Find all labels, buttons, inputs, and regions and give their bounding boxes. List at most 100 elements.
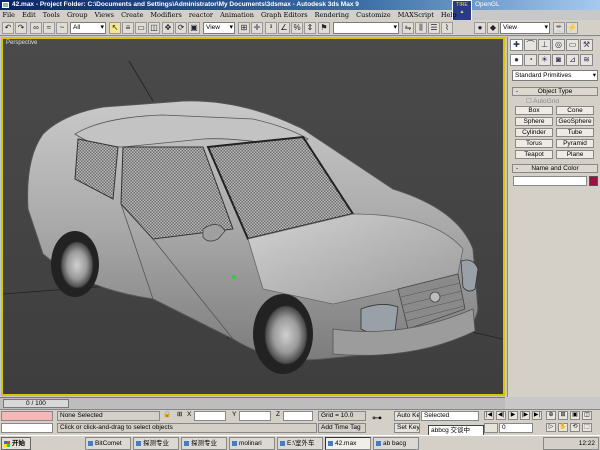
- primitive-category-dropdown[interactable]: Standard Primitives: [512, 70, 598, 81]
- absolute-mode-icon[interactable]: ⊞: [177, 410, 182, 420]
- reference-coordinate-dropdown[interactable]: View: [203, 22, 235, 34]
- taskbar-item-3dsmax[interactable]: 42.max: [325, 437, 371, 450]
- goto-start-icon[interactable]: |◀: [484, 411, 494, 420]
- add-time-tag-button[interactable]: Add Time Tag: [318, 423, 366, 433]
- current-frame-field[interactable]: 0: [499, 423, 533, 433]
- pyramid-button[interactable]: Pyramid: [556, 139, 594, 148]
- menu-graph-editors[interactable]: Graph Editors: [261, 11, 308, 19]
- menu-modifiers[interactable]: Modifiers: [150, 11, 181, 19]
- tube-button[interactable]: Tube: [556, 128, 594, 137]
- menu-animation[interactable]: Animation: [220, 11, 254, 19]
- align-icon[interactable]: ⫼: [415, 22, 427, 34]
- taskbar-item-detect-1[interactable]: 探测专业: [133, 437, 179, 450]
- clock[interactable]: 12:22: [579, 440, 595, 447]
- orbit-icon[interactable]: ⟲: [570, 423, 580, 432]
- maxscript-input-mini[interactable]: [1, 423, 53, 433]
- helpers-icon[interactable]: ⊿: [566, 54, 579, 66]
- mirror-icon[interactable]: ⇋: [402, 22, 414, 34]
- select-object-icon[interactable]: ↖: [109, 22, 121, 34]
- z-coordinate-field[interactable]: [283, 411, 313, 421]
- taskbar-item-bitcomet[interactable]: BitComet: [85, 437, 131, 450]
- pan-icon[interactable]: ✋: [558, 423, 568, 432]
- menu-help[interactable]: Help: [441, 11, 457, 19]
- render-setup-icon[interactable]: ◆: [487, 22, 499, 34]
- lights-icon[interactable]: ☀: [538, 54, 551, 66]
- perspective-viewport[interactable]: Perspective: [1, 37, 505, 396]
- named-selection-icon[interactable]: ⚑: [318, 22, 330, 34]
- goto-end-icon[interactable]: ▶|: [532, 411, 542, 420]
- menu-create[interactable]: Create: [121, 11, 143, 19]
- select-scale-icon[interactable]: ▣: [188, 22, 200, 34]
- cone-button[interactable]: Cone: [556, 106, 594, 115]
- menu-maxscript[interactable]: MAXScript: [398, 11, 434, 19]
- play-icon[interactable]: ▶: [508, 411, 518, 420]
- key-filters-button[interactable]: [484, 423, 498, 433]
- zoom-extents-icon[interactable]: ▣: [570, 411, 580, 420]
- angle-snap-icon[interactable]: ∠: [278, 22, 290, 34]
- window-crossing-icon[interactable]: ◫: [148, 22, 160, 34]
- zoom-icon[interactable]: ⊕: [546, 411, 556, 420]
- time-slider-track[interactable]: 0 / 100: [0, 397, 505, 409]
- pivot-center-icon[interactable]: ⊞: [238, 22, 250, 34]
- cylinder-button[interactable]: Cylinder: [515, 128, 553, 137]
- taskbar-item-molinari[interactable]: molinari: [229, 437, 275, 450]
- maximize-viewport-icon[interactable]: ⬚: [582, 423, 592, 432]
- snaps-toggle-icon[interactable]: ³: [265, 22, 277, 34]
- layer-manager-icon[interactable]: ☰: [428, 22, 440, 34]
- viewport-label[interactable]: Perspective: [6, 40, 37, 46]
- material-editor-icon[interactable]: ●: [474, 22, 486, 34]
- time-slider[interactable]: 0 / 100: [3, 399, 69, 408]
- named-selection-sets-dropdown[interactable]: [333, 22, 399, 34]
- undo-icon[interactable]: ↶: [2, 22, 14, 34]
- utilities-tab-icon[interactable]: ⚒: [580, 39, 593, 51]
- menu-views[interactable]: Views: [95, 11, 114, 19]
- motion-tab-icon[interactable]: ◎: [552, 39, 565, 51]
- quick-render-icon[interactable]: ☕: [553, 22, 565, 34]
- spinner-snap-icon[interactable]: ⇕: [304, 22, 316, 34]
- systems-icon[interactable]: ≋: [580, 54, 593, 66]
- percent-snap-icon[interactable]: %: [291, 22, 303, 34]
- menu-group[interactable]: Group: [67, 11, 88, 19]
- zoom-extents-all-icon[interactable]: ◫: [582, 411, 592, 420]
- key-icon[interactable]: ⊶: [372, 414, 382, 424]
- start-button[interactable]: 开始: [1, 437, 31, 450]
- next-frame-icon[interactable]: |▶: [520, 411, 530, 420]
- menu-edit[interactable]: Edit: [22, 11, 36, 19]
- geosphere-button[interactable]: GeoSphere: [556, 117, 594, 126]
- y-coordinate-field[interactable]: [239, 411, 271, 421]
- object-name-field[interactable]: [513, 176, 587, 186]
- select-by-name-icon[interactable]: ≡: [122, 22, 134, 34]
- hierarchy-tab-icon[interactable]: ⊥: [538, 39, 551, 51]
- maxscript-listener-mini[interactable]: [1, 411, 53, 421]
- rect-selection-icon[interactable]: ▭: [135, 22, 147, 34]
- menu-reactor[interactable]: reactor: [189, 11, 213, 19]
- teapot-button[interactable]: Teapot: [515, 150, 553, 159]
- torus-button[interactable]: Torus: [515, 139, 553, 148]
- render-type-dropdown[interactable]: View: [500, 22, 550, 34]
- select-move-icon[interactable]: ✥: [162, 22, 174, 34]
- geometry-icon[interactable]: ●: [510, 54, 523, 66]
- shapes-icon[interactable]: ◔: [524, 54, 537, 66]
- cameras-icon[interactable]: ◙: [552, 54, 565, 66]
- object-type-rollout-header[interactable]: Object Type: [512, 87, 598, 96]
- x-coordinate-field[interactable]: [194, 411, 226, 421]
- taskbar-item-chat[interactable]: ab bacg: [373, 437, 419, 450]
- menu-file[interactable]: File: [3, 11, 16, 19]
- unlink-icon[interactable]: ≈: [43, 22, 55, 34]
- selection-filter-dropdown[interactable]: All: [70, 22, 106, 34]
- plane-button[interactable]: Plane: [556, 150, 594, 159]
- zoom-all-icon[interactable]: ⊞: [558, 411, 568, 420]
- auto-key-button[interactable]: Auto Key: [394, 411, 420, 421]
- manipulate-icon[interactable]: ✛: [251, 22, 263, 34]
- bind-space-warp-icon[interactable]: ~: [56, 22, 68, 34]
- link-icon[interactable]: ∞: [30, 22, 42, 34]
- fov-icon[interactable]: ▷: [546, 423, 556, 432]
- box-button[interactable]: Box: [515, 106, 553, 115]
- taskbar-item-folder[interactable]: E:\室外车: [277, 437, 323, 450]
- menu-customize[interactable]: Customize: [356, 11, 391, 19]
- redo-icon[interactable]: ↷: [15, 22, 27, 34]
- app-icon[interactable]: [2, 2, 9, 8]
- create-tab-icon[interactable]: ✚: [510, 39, 523, 51]
- autogrid-checkbox[interactable]: ☐ AutoGrid: [526, 97, 559, 105]
- menu-rendering[interactable]: Rendering: [315, 11, 349, 19]
